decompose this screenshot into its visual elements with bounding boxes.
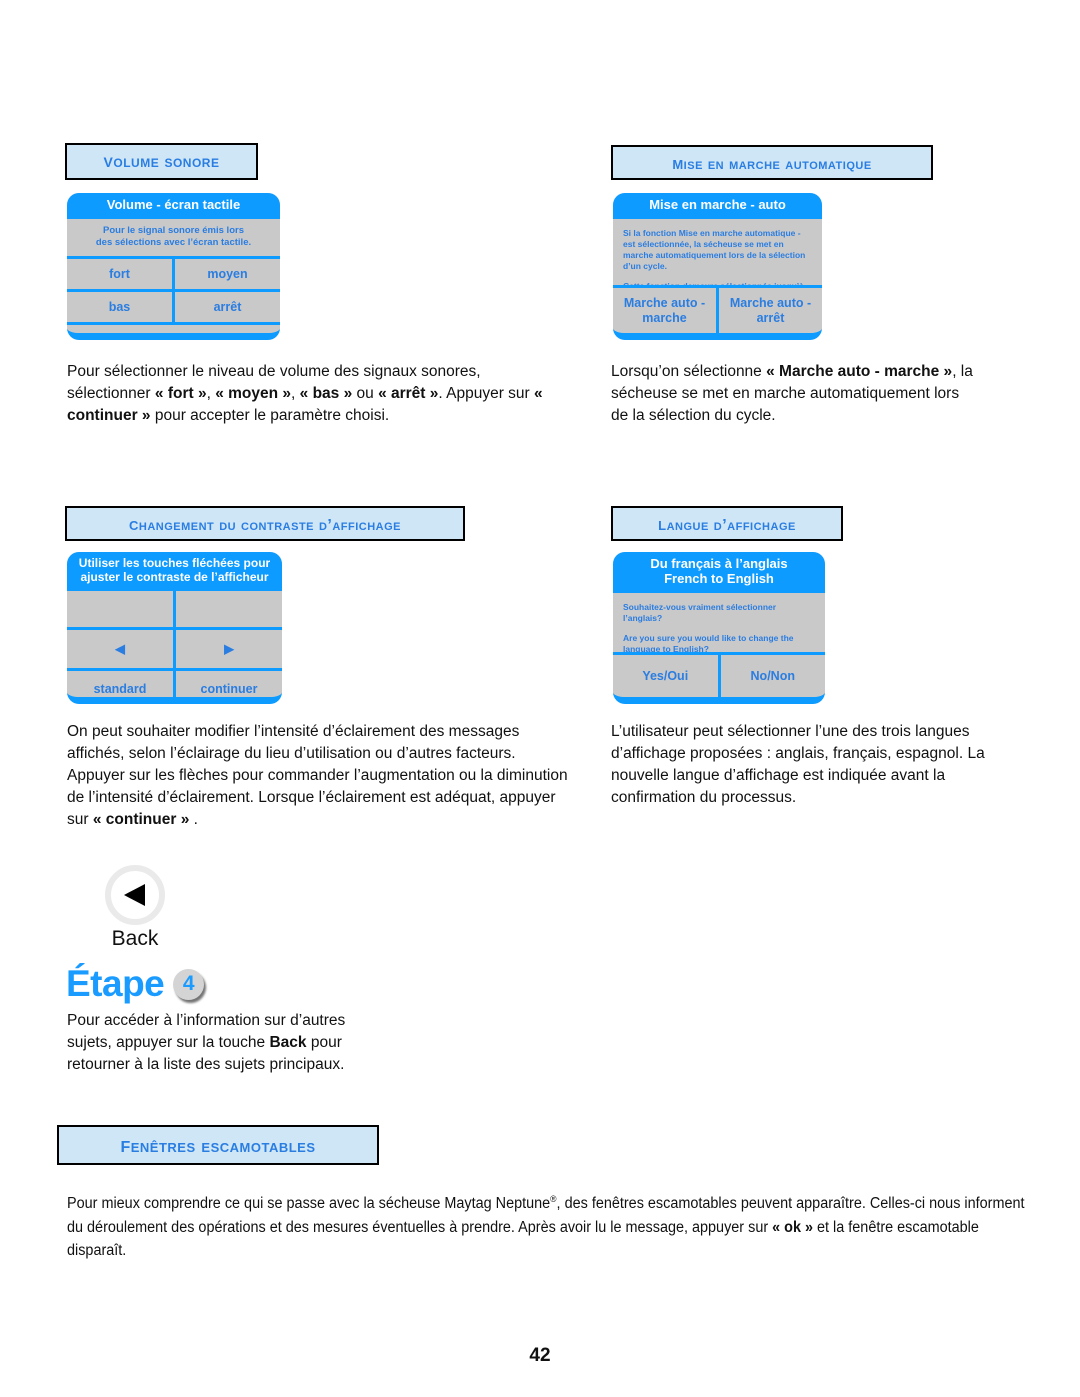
panel-contrast-row3: standard continuer — [67, 667, 282, 697]
panel-auto-start-row1: Marche auto - marche Marche auto - arrêt — [613, 285, 822, 333]
panel-volume-title: Volume - écran tactile — [67, 193, 280, 219]
section-banner-popups: Fenêtres escamotables — [57, 1125, 379, 1165]
step-heading: Étape 4 — [66, 963, 205, 1005]
panel-contrast-button-standard[interactable]: standard — [67, 670, 173, 697]
section-banner-auto-start-label: Mise en marche automatique — [672, 151, 872, 173]
panel-contrast-blank-right[interactable] — [173, 590, 282, 627]
section-banner-language: Langue d’affichage — [611, 506, 843, 541]
panel-language-button-yes[interactable]: Yes/Oui — [613, 654, 718, 697]
panel-language: Du français à l’anglais French to Englis… — [613, 552, 825, 704]
panel-volume-button-moyen[interactable]: moyen — [172, 258, 280, 290]
left-triangle-icon — [105, 865, 165, 925]
panel-volume-description: Pour le signal sonore émis lors des séle… — [67, 219, 280, 256]
panel-language-row1: Yes/Oui No/Non — [613, 651, 825, 697]
panel-contrast-row1 — [67, 590, 282, 627]
back-button[interactable]: Back — [100, 865, 170, 951]
panel-contrast-blank-left[interactable] — [67, 590, 173, 627]
panel-contrast-title: Utiliser les touches fléchées pour ajust… — [67, 552, 282, 591]
body-text-contrast: On peut souhaiter modifier l’intensité d… — [67, 723, 568, 828]
section-banner-auto-start: Mise en marche automatique — [611, 145, 933, 180]
panel-volume-description-line2: des sélections avec l’écran tactile. — [95, 236, 252, 248]
panel-volume: Volume - écran tactile Pour le signal so… — [67, 193, 280, 340]
panel-volume-row3: continuer — [67, 322, 280, 333]
panel-contrast: Utiliser les touches fléchées pour ajust… — [67, 552, 282, 704]
section-banner-contrast-label: Changement du contraste d’affichage — [129, 512, 401, 534]
panel-volume-button-arret[interactable]: arrêt — [172, 292, 280, 323]
panel-auto-start-button-marche[interactable]: Marche auto - marche — [613, 288, 716, 333]
panel-volume-button-fort[interactable]: fort — [67, 258, 172, 290]
panel-contrast-title-line1: Utiliser les touches fléchées pour — [78, 556, 271, 570]
panel-volume-button-continuer[interactable]: continuer — [67, 325, 280, 333]
panel-volume-row2: bas arrêt — [67, 289, 280, 323]
back-button-label: Back — [111, 927, 159, 950]
panel-auto-start-title: Mise en marche - auto — [613, 193, 822, 219]
panel-volume-row1: fort moyen — [67, 255, 280, 290]
panel-language-button-no[interactable]: No/Non — [717, 654, 825, 697]
body-text-popups: Pour mieux comprendre ce qui se passe av… — [67, 1194, 1025, 1260]
body-text-volume: Pour sélectionner le niveau de volume de… — [67, 363, 543, 424]
body-text-auto-start: Lorsqu’on sélectionne « Marche auto - ma… — [611, 363, 973, 424]
section-banner-volume: Volume sonore — [65, 143, 258, 180]
step-heading-word: Étape — [66, 963, 165, 1004]
section-banner-contrast: Changement du contraste d’affichage — [65, 506, 465, 541]
panel-volume-description-line1: Pour le signal sonore émis lors — [103, 224, 244, 236]
page-number: 42 — [529, 1345, 551, 1366]
panel-auto-start-description-p1: Si la fonction Mise en marche automatiqu… — [623, 227, 806, 272]
panel-contrast-button-continuer[interactable]: continuer — [173, 670, 282, 697]
panel-contrast-row2: ◀ ▶ — [67, 626, 282, 668]
panel-contrast-right-arrow-icon[interactable]: ▶ — [173, 629, 282, 668]
panel-volume-button-bas[interactable]: bas — [67, 292, 172, 323]
panel-language-title-line2: French to English — [664, 570, 774, 586]
section-banner-volume-label: Volume sonore — [103, 150, 220, 172]
section-banner-language-label: Langue d’affichage — [658, 512, 796, 534]
panel-language-description-p1: Souhaitez-vous vraiment sélectionner l’a… — [623, 601, 777, 623]
body-text-step: Pour accéder à l’information sur d’autre… — [67, 1012, 346, 1073]
panel-auto-start: Mise en marche - auto Si la fonction Mis… — [613, 193, 822, 340]
panel-contrast-left-arrow-icon[interactable]: ◀ — [67, 629, 173, 668]
panel-language-title-line1: Du français à l’anglais — [650, 556, 788, 571]
panel-auto-start-button-arret[interactable]: Marche auto - arrêt — [716, 288, 822, 333]
panel-language-title: Du français à l’anglais French to Englis… — [613, 552, 825, 593]
section-banner-popups-label: Fenêtres escamotables — [120, 1132, 316, 1157]
body-text-language: L’utilisateur peut sélectionner l’une de… — [611, 723, 985, 806]
step-number-badge: 4 — [173, 968, 205, 1000]
panel-contrast-title-line2: ajuster le contraste de l’afficheur — [80, 569, 269, 584]
